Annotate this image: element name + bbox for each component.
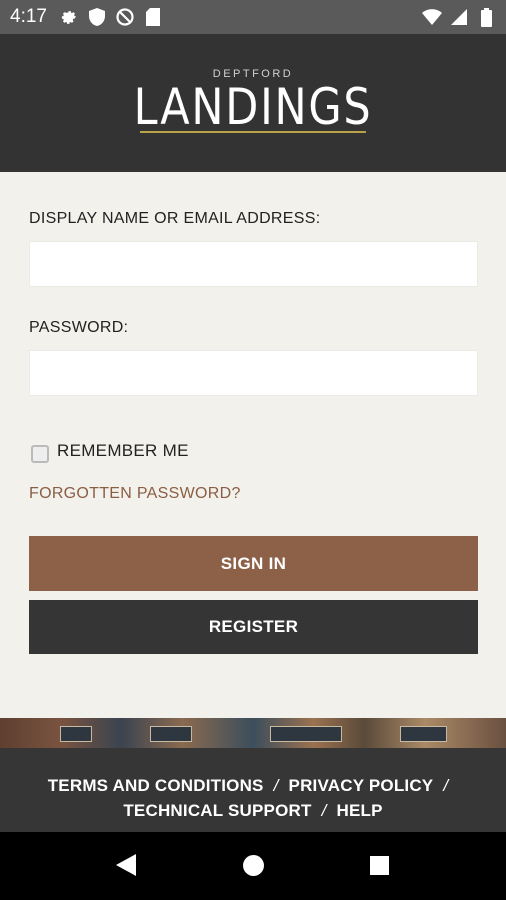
app-header: DEPTFORD LANDINGS: [0, 34, 506, 172]
status-time: 4:17: [10, 6, 47, 27]
remember-me-label[interactable]: REMEMBER ME: [57, 441, 189, 461]
help-link[interactable]: HELP: [337, 801, 383, 820]
logo-underline: [140, 131, 366, 133]
status-bar: 4:17: [0, 0, 506, 34]
status-right-icons: [422, 7, 496, 27]
building-photo: [0, 718, 506, 748]
footer-row: TECHNICAL SUPPORT / HELP: [0, 801, 506, 821]
back-icon[interactable]: [116, 854, 136, 881]
battery-icon: [476, 7, 496, 27]
settings-icon: [59, 7, 79, 27]
wifi-icon: [422, 7, 442, 27]
system-nav-bar: [0, 832, 506, 900]
technical-support-link[interactable]: TECHNICAL SUPPORT: [123, 801, 311, 820]
photo-detail: [150, 726, 192, 742]
forgot-password-link[interactable]: FORGOTTEN PASSWORD?: [29, 485, 241, 503]
photo-detail: [400, 726, 447, 742]
signal-icon: [449, 7, 469, 27]
status-left-icons: [59, 7, 163, 27]
recents-icon[interactable]: [370, 856, 389, 875]
footer-separator: /: [273, 776, 279, 795]
password-field[interactable]: [29, 350, 478, 396]
password-label: PASSWORD:: [29, 319, 129, 336]
sign-in-button[interactable]: SIGN IN: [29, 536, 478, 591]
privacy-link[interactable]: PRIVACY POLICY: [289, 776, 434, 795]
footer-separator: /: [443, 776, 449, 795]
home-icon[interactable]: [243, 855, 264, 876]
sd-card-icon: [143, 7, 163, 27]
register-button[interactable]: REGISTER: [29, 600, 478, 654]
login-form: DISPLAY NAME OR EMAIL ADDRESS: PASSWORD:…: [0, 172, 506, 718]
footer-row: TERMS AND CONDITIONS / PRIVACY POLICY /: [0, 776, 506, 796]
logo-title: LANDINGS: [133, 78, 373, 136]
shield-icon: [87, 7, 107, 27]
terms-link[interactable]: TERMS AND CONDITIONS: [48, 776, 264, 795]
photo-detail: [60, 726, 92, 742]
email-field[interactable]: [29, 241, 478, 287]
remember-me-checkbox[interactable]: [31, 445, 49, 463]
footer-separator: /: [321, 801, 327, 820]
email-label: DISPLAY NAME OR EMAIL ADDRESS:: [29, 210, 321, 227]
do-not-disturb-icon: [115, 7, 135, 27]
footer: TERMS AND CONDITIONS / PRIVACY POLICY / TEC…: [0, 748, 506, 832]
photo-detail: [270, 726, 342, 742]
